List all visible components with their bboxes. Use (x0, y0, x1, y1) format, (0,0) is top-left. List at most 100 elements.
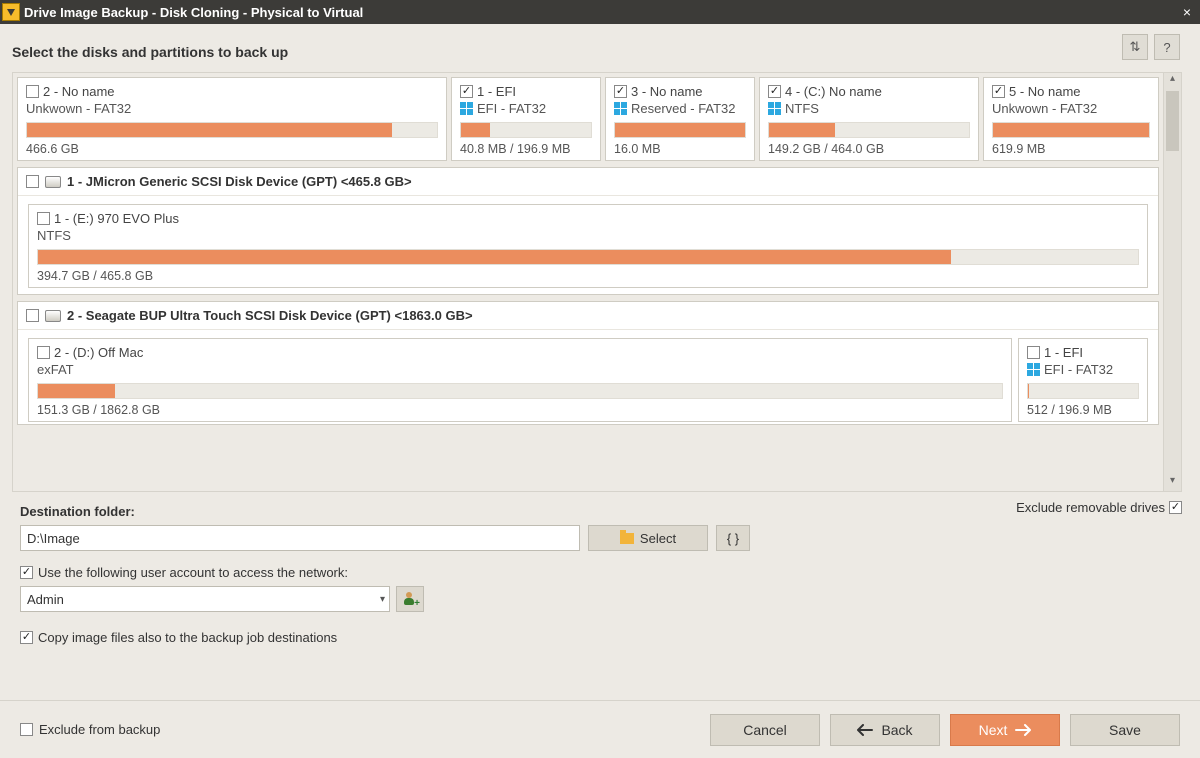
next-button[interactable]: Next (950, 714, 1060, 746)
disk-checkbox[interactable] (26, 175, 39, 188)
app-icon (2, 3, 20, 21)
partition-checkbox[interactable] (37, 212, 50, 225)
partition-checkbox[interactable] (1027, 346, 1040, 359)
partition-card[interactable]: 1 - EFI EFI - FAT32 512 / 196.9 MB (1018, 338, 1148, 422)
exclude-backup-label: Exclude from backup (39, 722, 160, 737)
disk-header[interactable]: 2 - Seagate BUP Ultra Touch SCSI Disk De… (18, 302, 1158, 330)
partition-checkbox[interactable] (37, 346, 50, 359)
scroll-down-icon[interactable]: ▾ (1164, 475, 1181, 491)
disk-group-2: 2 - Seagate BUP Ultra Touch SCSI Disk De… (17, 301, 1159, 425)
partition-size: 394.7 GB / 465.8 GB (37, 269, 1139, 283)
partition-title: 2 - (D:) Off Mac (54, 345, 143, 360)
partition-fs: Unkwown - FAT32 (992, 101, 1097, 116)
usage-bar (26, 122, 438, 138)
copy-images-checkbox[interactable] (20, 631, 33, 644)
add-user-button[interactable]: + (396, 586, 424, 612)
partition-title: 1 - EFI (1044, 345, 1083, 360)
destination-input[interactable] (20, 525, 580, 551)
partition-card[interactable]: 2 - No name Unkwown - FAT32 466.6 GB (17, 77, 447, 161)
exclude-backup-checkbox[interactable] (20, 723, 33, 736)
windows-icon (614, 102, 627, 115)
partition-title: 2 - No name (43, 84, 115, 99)
scroll-up-icon[interactable]: ▴ (1164, 73, 1181, 89)
partition-checkbox[interactable] (26, 85, 39, 98)
select-folder-button[interactable]: Select (588, 525, 708, 551)
copy-images-row[interactable]: Copy image files also to the backup job … (20, 630, 1182, 645)
partition-size: 512 / 196.9 MB (1027, 403, 1139, 417)
partition-card[interactable]: 4 - (C:) No name NTFS 149.2 GB / 464.0 G… (759, 77, 979, 161)
partition-card[interactable]: 2 - (D:) Off Mac exFAT 151.3 GB / 1862.8… (28, 338, 1012, 422)
usage-bar (460, 122, 592, 138)
disk-group-1: 1 - JMicron Generic SCSI Disk Device (GP… (17, 167, 1159, 295)
partition-fs: EFI - FAT32 (477, 101, 546, 116)
scrollbar[interactable]: ▴ ▾ (1164, 72, 1182, 492)
select-label: Select (640, 531, 676, 546)
chevron-down-icon: ▾ (380, 594, 385, 605)
arrow-left-icon (857, 724, 873, 736)
header-tools: ⇅ ? (1122, 34, 1180, 60)
next-label: Next (979, 722, 1008, 738)
partition-fs: NTFS (37, 228, 71, 243)
titlebar: Drive Image Backup - Disk Cloning - Phys… (0, 0, 1200, 24)
usage-bar (614, 122, 746, 138)
exclude-backup-row[interactable]: Exclude from backup (20, 722, 160, 737)
variables-button[interactable]: { } (716, 525, 750, 551)
partition-card[interactable]: 3 - No name Reserved - FAT32 16.0 MB (605, 77, 755, 161)
usage-bar (768, 122, 970, 138)
windows-icon (1027, 363, 1040, 376)
account-value: Admin (27, 592, 64, 607)
partition-checkbox[interactable] (460, 85, 473, 98)
partition-title: 3 - No name (631, 84, 703, 99)
help-button[interactable]: ? (1154, 34, 1180, 60)
usage-bar (37, 249, 1139, 265)
back-button[interactable]: Back (830, 714, 940, 746)
destination-label: Destination folder: (20, 504, 1182, 519)
use-account-row[interactable]: Use the following user account to access… (20, 565, 1182, 580)
partition-title: 1 - EFI (477, 84, 516, 99)
partition-size: 149.2 GB / 464.0 GB (768, 142, 970, 156)
account-combo[interactable]: Admin ▾ (20, 586, 390, 612)
header: Select the disks and partitions to back … (0, 24, 1200, 66)
use-account-checkbox[interactable] (20, 566, 33, 579)
options-area: Exclude removable drives Destination fol… (20, 504, 1182, 645)
partition-size: 466.6 GB (26, 142, 438, 156)
partition-checkbox[interactable] (768, 85, 781, 98)
back-label: Back (881, 722, 912, 738)
save-button[interactable]: Save (1070, 714, 1180, 746)
disk-icon (45, 176, 61, 188)
usage-bar (37, 383, 1003, 399)
partition-checkbox[interactable] (614, 85, 627, 98)
refresh-button[interactable]: ⇅ (1122, 34, 1148, 60)
disk-checkbox[interactable] (26, 309, 39, 322)
scroll-thumb[interactable] (1166, 91, 1179, 151)
partition-title: 4 - (C:) No name (785, 84, 882, 99)
user-icon: + (403, 592, 417, 606)
copy-images-label: Copy image files also to the backup job … (38, 630, 337, 645)
cancel-button[interactable]: Cancel (710, 714, 820, 746)
windows-icon (768, 102, 781, 115)
refresh-icon: ⇅ (1130, 39, 1141, 55)
partition-checkbox[interactable] (992, 85, 1005, 98)
partition-fs: Unkwown - FAT32 (26, 101, 131, 116)
folder-icon (620, 533, 634, 544)
usage-bar (1027, 383, 1139, 399)
use-account-label: Use the following user account to access… (38, 565, 348, 580)
close-icon[interactable]: × (1178, 4, 1196, 20)
disk-icon (45, 310, 61, 322)
exclude-removable-label: Exclude removable drives (1016, 500, 1165, 515)
partition-card[interactable]: 1 - (E:) 970 EVO Plus NTFS 394.7 GB / 46… (28, 204, 1148, 288)
partition-fs: NTFS (785, 101, 819, 116)
exclude-removable-checkbox[interactable] (1169, 501, 1182, 514)
save-label: Save (1109, 722, 1141, 738)
partition-card[interactable]: 5 - No name Unkwown - FAT32 619.9 MB (983, 77, 1159, 161)
disk-label: 1 - JMicron Generic SCSI Disk Device (GP… (67, 174, 412, 189)
account-row: Admin ▾ + (20, 586, 1182, 612)
disk-header[interactable]: 1 - JMicron Generic SCSI Disk Device (GP… (18, 168, 1158, 196)
exclude-removable-row[interactable]: Exclude removable drives (1016, 500, 1182, 515)
partition-card[interactable]: 1 - EFI EFI - FAT32 40.8 MB / 196.9 MB (451, 77, 601, 161)
partition-fs: Reserved - FAT32 (631, 101, 736, 116)
partition-title: 1 - (E:) 970 EVO Plus (54, 211, 179, 226)
partition-size: 40.8 MB / 196.9 MB (460, 142, 592, 156)
arrow-right-icon (1015, 724, 1031, 736)
partition-size: 619.9 MB (992, 142, 1150, 156)
